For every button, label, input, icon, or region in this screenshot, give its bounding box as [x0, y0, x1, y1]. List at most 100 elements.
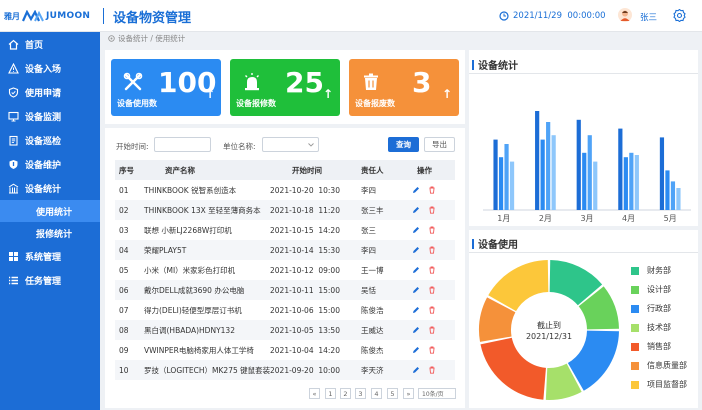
sidebar-subitem-label: 使用统计	[36, 207, 73, 218]
sidebar: 首页 设备入场 使用申请 设备监测 设备巡检 设备维护 设备统计 使用统计 报修…	[0, 32, 100, 410]
breadcrumb: 设备统计 / 使用统计	[108, 33, 185, 44]
edit-icon[interactable]	[412, 226, 420, 234]
legend-item[interactable]: 行政部	[631, 303, 671, 314]
query-button[interactable]: 查询	[388, 137, 419, 152]
gear-icon[interactable]	[673, 9, 686, 22]
delete-icon[interactable]	[428, 346, 436, 354]
cell-asset-name: 得力(DELI)轻便型厚层订书机	[144, 305, 242, 315]
delete-icon[interactable]	[428, 326, 436, 334]
cell-asset-name: 联想 小新LJ2268W打印机	[144, 225, 232, 235]
legend-swatch	[631, 266, 639, 275]
sidebar-item-maintenance[interactable]: 设备维护	[0, 152, 100, 176]
building-icon	[8, 183, 19, 193]
legend-item[interactable]: 信息质量部	[631, 360, 687, 371]
sidebar-subitem-repair-stats[interactable]: 报修统计	[0, 222, 100, 244]
cell-index: 02	[119, 205, 129, 215]
legend-item[interactable]: 设计部	[631, 284, 671, 295]
legend-item[interactable]: 技术部	[631, 322, 671, 333]
warning-triangle-icon	[8, 62, 19, 74]
page-button-3[interactable]: 3	[355, 388, 366, 399]
sidebar-item-monitoring[interactable]: 设备监测	[0, 104, 100, 128]
unit-name-select[interactable]	[262, 137, 319, 152]
table-row[interactable]: 03 联想 小新LJ2268W打印机 2021-10-15 14:20 张三	[115, 220, 455, 240]
donut-center-label: 截止到	[537, 320, 561, 330]
delete-icon[interactable]	[428, 206, 436, 214]
legend-label: 项目监督部	[647, 380, 687, 389]
table-row[interactable]: 07 得力(DELI)轻便型厚层订书机 2021-10-06 15:00 陈俊浩	[115, 300, 455, 320]
start-time-input[interactable]	[154, 137, 211, 152]
page-button-4[interactable]: 4	[371, 388, 382, 399]
legend-label: 财务部	[647, 266, 671, 275]
delete-icon[interactable]	[428, 226, 436, 234]
sidebar-item-inspection[interactable]: 设备巡检	[0, 128, 100, 152]
scrap-count-card[interactable]: 3 ↑ 设备报废数	[349, 59, 459, 116]
legend-item[interactable]: 项目监督部	[631, 379, 687, 390]
delete-icon[interactable]	[428, 286, 436, 294]
edit-icon[interactable]	[412, 326, 420, 334]
table-row[interactable]: 10 罗技（LOGITECH）MK275 键鼠套装 2021-09-20 10:00…	[115, 360, 455, 380]
usage-count-card[interactable]: 100 ↑ 设备使用数	[111, 59, 221, 116]
row-actions	[412, 246, 436, 254]
col-header-owner: 责任人	[361, 165, 384, 175]
sidebar-item-usage-request[interactable]: 使用申请	[0, 80, 100, 104]
edit-icon[interactable]	[412, 346, 420, 354]
cell-owner: 李天济	[361, 365, 384, 375]
table-row[interactable]: 02 THINKBOOK 13X 至轻至薄商务本 2021-10-18 11:20 张…	[115, 200, 455, 220]
cell-asset-name: 戴尔DELL成就3690 办公电脑	[144, 285, 245, 295]
sidebar-item-label: 设备巡检	[25, 136, 62, 147]
page-button-1[interactable]: 1	[325, 388, 336, 399]
table-header-row: 序号 资产名称 开始时间 责任人 操作	[115, 160, 455, 180]
sidebar-item-home[interactable]: 首页	[0, 32, 100, 56]
sidebar-item-system[interactable]: 系统管理	[0, 244, 100, 268]
table-row[interactable]: 01 THINKBOOK 锐智系创造本 2021-10-20 10:30 李四	[115, 180, 455, 200]
cell-index: 10	[119, 365, 129, 375]
delete-icon[interactable]	[428, 246, 436, 254]
cell-owner: 王一博	[361, 265, 384, 275]
list-icon	[9, 276, 18, 284]
edit-icon[interactable]	[412, 366, 420, 374]
sidebar-item-statistics[interactable]: 设备统计	[0, 176, 100, 200]
table-row[interactable]: 06 戴尔DELL成就3690 办公电脑 2021-10-11 15:00 吴恬	[115, 280, 455, 300]
delete-icon[interactable]	[428, 306, 436, 314]
x-tick-label: 4月	[622, 214, 635, 223]
table-row[interactable]: 04 荣耀PLAY5T 2021-10-14 15:30 李四	[115, 240, 455, 260]
edit-icon[interactable]	[412, 266, 420, 274]
page-size-select[interactable]: 10条/页	[418, 388, 456, 399]
legend-swatch	[631, 323, 639, 332]
panel-divider	[469, 252, 698, 253]
bar	[498, 157, 504, 210]
edit-icon[interactable]	[412, 186, 420, 194]
page-next-button[interactable]: »	[403, 388, 414, 399]
sidebar-subitem-usage-stats[interactable]: 使用统计	[0, 200, 100, 222]
row-actions	[412, 346, 436, 354]
edit-icon[interactable]	[412, 286, 420, 294]
page-prev-button[interactable]: «	[309, 388, 320, 399]
page-button-5[interactable]: 5	[387, 388, 398, 399]
edit-icon[interactable]	[412, 246, 420, 254]
page-title: 设备物资管理	[113, 11, 192, 26]
table-row[interactable]: 09 VWINPER电脑椅家用人体工学椅 2021-10-04 14:20 陈俊杰	[115, 340, 455, 360]
repair-count-card[interactable]: 25 ↑ 设备报修数	[230, 59, 340, 116]
avatar[interactable]	[618, 8, 632, 22]
user-name[interactable]: 张三	[640, 11, 657, 23]
legend-item[interactable]: 销售部	[631, 341, 671, 352]
delete-icon[interactable]	[428, 366, 436, 374]
edit-icon[interactable]	[412, 206, 420, 214]
sidebar-item-label: 系统管理	[25, 252, 62, 263]
row-actions	[412, 186, 436, 194]
clock-icon	[499, 11, 509, 21]
delete-icon[interactable]	[428, 186, 436, 194]
page-button-2[interactable]: 2	[340, 388, 351, 399]
table-row[interactable]: 05 小米（MI）米家彩色打印机 2021-10-12 09:00 王一博	[115, 260, 455, 280]
sidebar-item-equipment-entry[interactable]: 设备入场	[0, 56, 100, 80]
bar	[546, 122, 551, 210]
edit-icon[interactable]	[412, 306, 420, 314]
sidebar-item-tasks[interactable]: 任务管理	[0, 268, 100, 292]
delete-icon[interactable]	[428, 266, 436, 274]
sidebar-item-label: 设备监测	[25, 112, 62, 123]
export-button[interactable]: 导出	[424, 137, 455, 152]
repair-count-value: 25	[285, 66, 324, 99]
legend-item[interactable]: 财务部	[631, 265, 671, 276]
cell-owner: 陈俊浩	[361, 305, 384, 315]
table-row[interactable]: 08 黑白调(HBADA)HDNY132 2021-10-05 13:50 王威达	[115, 320, 455, 340]
